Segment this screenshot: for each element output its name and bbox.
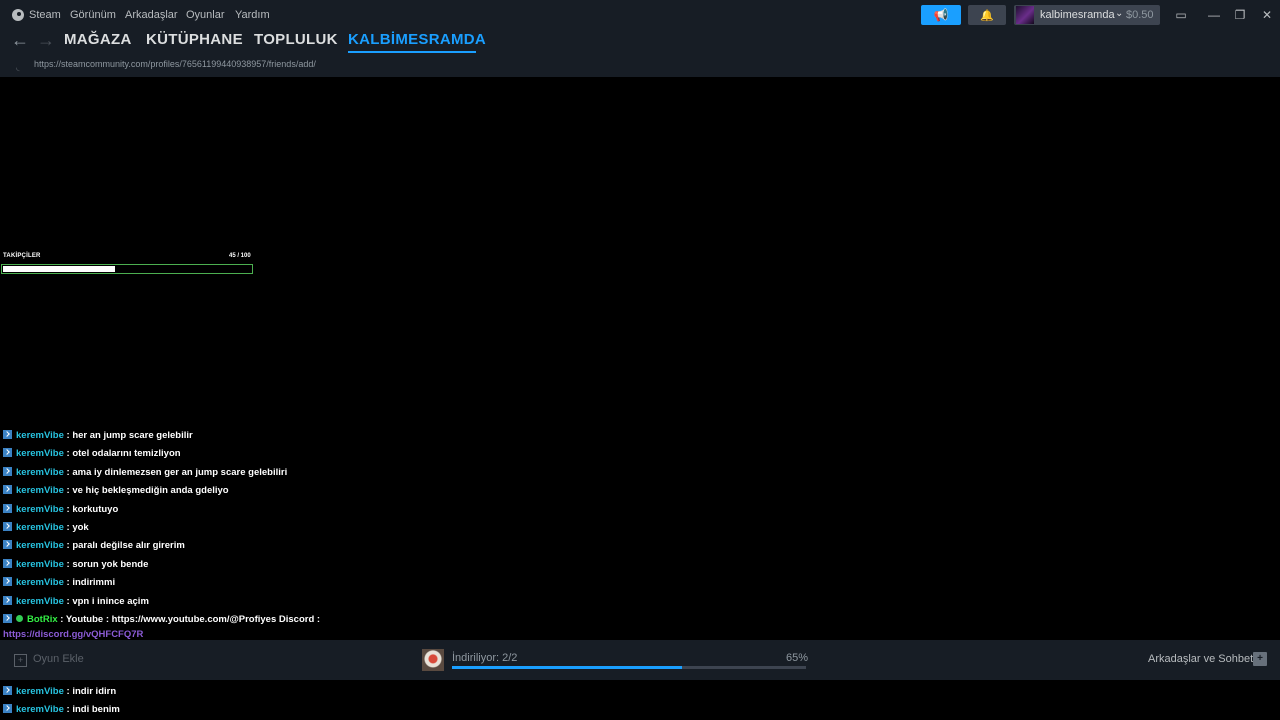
chat-message: keremVibe : indirimmi <box>3 577 115 593</box>
chat-message: keremVibe : indir idirn <box>3 685 117 702</box>
menu-games[interactable]: Oyunlar <box>186 9 225 21</box>
download-status[interactable]: İndiriliyor: 2/2 <box>452 652 517 664</box>
chat-username[interactable]: keremVibe <box>16 596 64 607</box>
tab-community[interactable]: TOPLULUK <box>254 31 338 48</box>
download-progress-fill <box>452 666 682 669</box>
back-arrow-icon[interactable]: ← <box>11 30 29 51</box>
chat-message: BotRix : Youtube : https://www.youtube.c… <box>3 614 320 630</box>
big-picture-icon[interactable]: ▭ <box>1173 7 1189 23</box>
tab-store[interactable]: MAĞAZA <box>64 31 132 48</box>
active-tab-underline <box>348 51 476 53</box>
chat-username[interactable]: keremVibe <box>16 448 64 459</box>
chat-text: : ama iy dinlemezsen ger an jump scare g… <box>63 466 288 478</box>
maximize-icon[interactable]: ❐ <box>1232 7 1248 23</box>
chat-message: keremVibe : paralı değilse alır girerim <box>3 540 185 556</box>
megaphone-icon: 📢 <box>933 8 949 22</box>
followers-progress-bar <box>1 264 253 274</box>
chat-text: : yok <box>63 522 89 533</box>
chat-text: : indir idirn <box>63 685 117 697</box>
chat-username[interactable]: keremVibe <box>16 504 64 515</box>
chat-message: keremVibe : her an jump scare gelebilir <box>3 430 193 446</box>
chat-text: : paralı değilse alır girerim <box>63 540 185 552</box>
loading-spinner-icon: ◟ <box>16 62 20 72</box>
menu-view[interactable]: Görünüm <box>70 9 116 21</box>
announcements-button[interactable]: 📢 <box>921 5 961 25</box>
steam-logo-icon[interactable] <box>12 9 24 21</box>
chat-message: keremVibe : ama iy dinlemezsen ger an ju… <box>3 466 288 483</box>
chat-text: : korkutuyo <box>63 503 119 515</box>
chat-message: keremVibe : ve hiç bekleşmediğin anda gd… <box>3 485 229 501</box>
chat-badge-icon <box>3 485 12 495</box>
menu-help[interactable]: Yardım <box>235 9 270 21</box>
verified-bot-icon <box>16 615 23 622</box>
menu-friends[interactable]: Arkadaşlar <box>125 9 178 21</box>
chat-badge-icon <box>3 685 12 695</box>
followers-goal-count: 45 / 100 <box>229 253 251 259</box>
chat-badge-icon <box>3 448 12 458</box>
bell-icon: 🔔 <box>980 9 994 22</box>
followers-goal-label: TAKİPÇİLER <box>3 253 41 259</box>
close-icon[interactable]: ✕ <box>1259 7 1275 23</box>
chat-text: : indi benim <box>63 704 120 716</box>
chat-text: : otel odalarını temizliyon <box>63 448 181 460</box>
chat-username[interactable]: keremVibe <box>16 704 64 715</box>
chat-message: keremVibe : sorun yok bende <box>3 558 149 575</box>
account-name: kalbimesramda <box>1040 9 1115 21</box>
chat-badge-icon <box>3 503 12 513</box>
chat-username[interactable]: BotRix <box>27 614 58 625</box>
chat-username[interactable]: keremVibe <box>16 577 64 588</box>
chat-username[interactable]: keremVibe <box>16 540 64 551</box>
chat-badge-icon <box>3 466 12 476</box>
tab-library[interactable]: KÜTÜPHANE <box>146 31 243 48</box>
friends-chat-icon[interactable]: + <box>1253 652 1267 666</box>
account-menu-button[interactable]: kalbimesramda ⌄ $0.50 <box>1014 5 1160 25</box>
friends-chat-button[interactable]: Arkadaşlar ve Sohbet <box>1148 653 1253 665</box>
chat-badge-icon <box>3 540 12 550</box>
chat-message: keremVibe : yok <box>3 522 89 538</box>
chat-text: : her an jump scare gelebilir <box>63 430 193 441</box>
chat-username[interactable]: keremVibe <box>16 559 64 570</box>
download-progress-bar[interactable] <box>452 666 806 669</box>
chat-badge-icon <box>3 614 12 623</box>
add-game-icon[interactable]: + <box>14 654 27 667</box>
chat-badge-icon <box>3 430 12 439</box>
chat-message: keremVibe : korkutuyo <box>3 503 119 520</box>
chat-link[interactable]: https://discord.gg/vQHFCFQ7R <box>3 629 143 640</box>
chevron-down-icon: ⌄ <box>1115 8 1124 19</box>
menu-bar: Steam Görünüm Arkadaşlar Oyunlar Yardım … <box>0 0 1280 30</box>
chat-message: keremVibe : otel odalarını temizliyon <box>3 448 181 464</box>
download-game-thumbnail[interactable] <box>422 649 444 671</box>
steam-header: Steam Görünüm Arkadaşlar Oyunlar Yardım … <box>0 0 1280 77</box>
chat-message: keremVibe : indi benim <box>3 704 120 720</box>
wallet-balance: $0.50 <box>1126 9 1154 21</box>
chat-badge-icon <box>3 595 12 605</box>
chat-username[interactable]: keremVibe <box>16 485 64 496</box>
notifications-button[interactable]: 🔔 <box>968 5 1006 25</box>
chat-message: keremVibe : vpn i inince açim <box>3 595 149 612</box>
chat-username[interactable]: keremVibe <box>16 467 64 478</box>
menu-steam[interactable]: Steam <box>29 9 61 21</box>
forward-arrow-icon[interactable]: → <box>37 30 55 51</box>
chat-text: : sorun yok bende <box>63 558 149 570</box>
download-percent: 65% <box>786 652 809 664</box>
followers-progress-fill <box>3 266 115 272</box>
bottom-bar: + Oyun Ekle İndiriliyor: 2/2 65% Arkadaş… <box>0 640 1280 680</box>
chat-username[interactable]: keremVibe <box>16 522 64 533</box>
chat-badge-icon <box>3 522 12 531</box>
chat-badge-icon <box>3 577 12 587</box>
chat-text: : vpn i inince açim <box>63 595 149 607</box>
minimize-icon[interactable]: — <box>1206 7 1222 23</box>
avatar <box>1016 6 1034 24</box>
chat-badge-icon <box>3 558 12 568</box>
url-bar[interactable]: https://steamcommunity.com/profiles/7656… <box>34 59 316 69</box>
chat-username[interactable]: keremVibe <box>16 430 64 441</box>
add-game-button[interactable]: Oyun Ekle <box>33 653 84 665</box>
chat-text: : indirimmi <box>63 577 116 589</box>
chat-badge-icon <box>3 704 12 714</box>
chat-text: : Youtube : https://www.youtube.com/@Pro… <box>57 614 321 625</box>
tab-profile[interactable]: KALBİMESRAMDA <box>348 31 486 48</box>
chat-username[interactable]: keremVibe <box>16 686 64 697</box>
chat-text: : ve hiç bekleşmediğin anda gdeliyo <box>63 485 229 497</box>
